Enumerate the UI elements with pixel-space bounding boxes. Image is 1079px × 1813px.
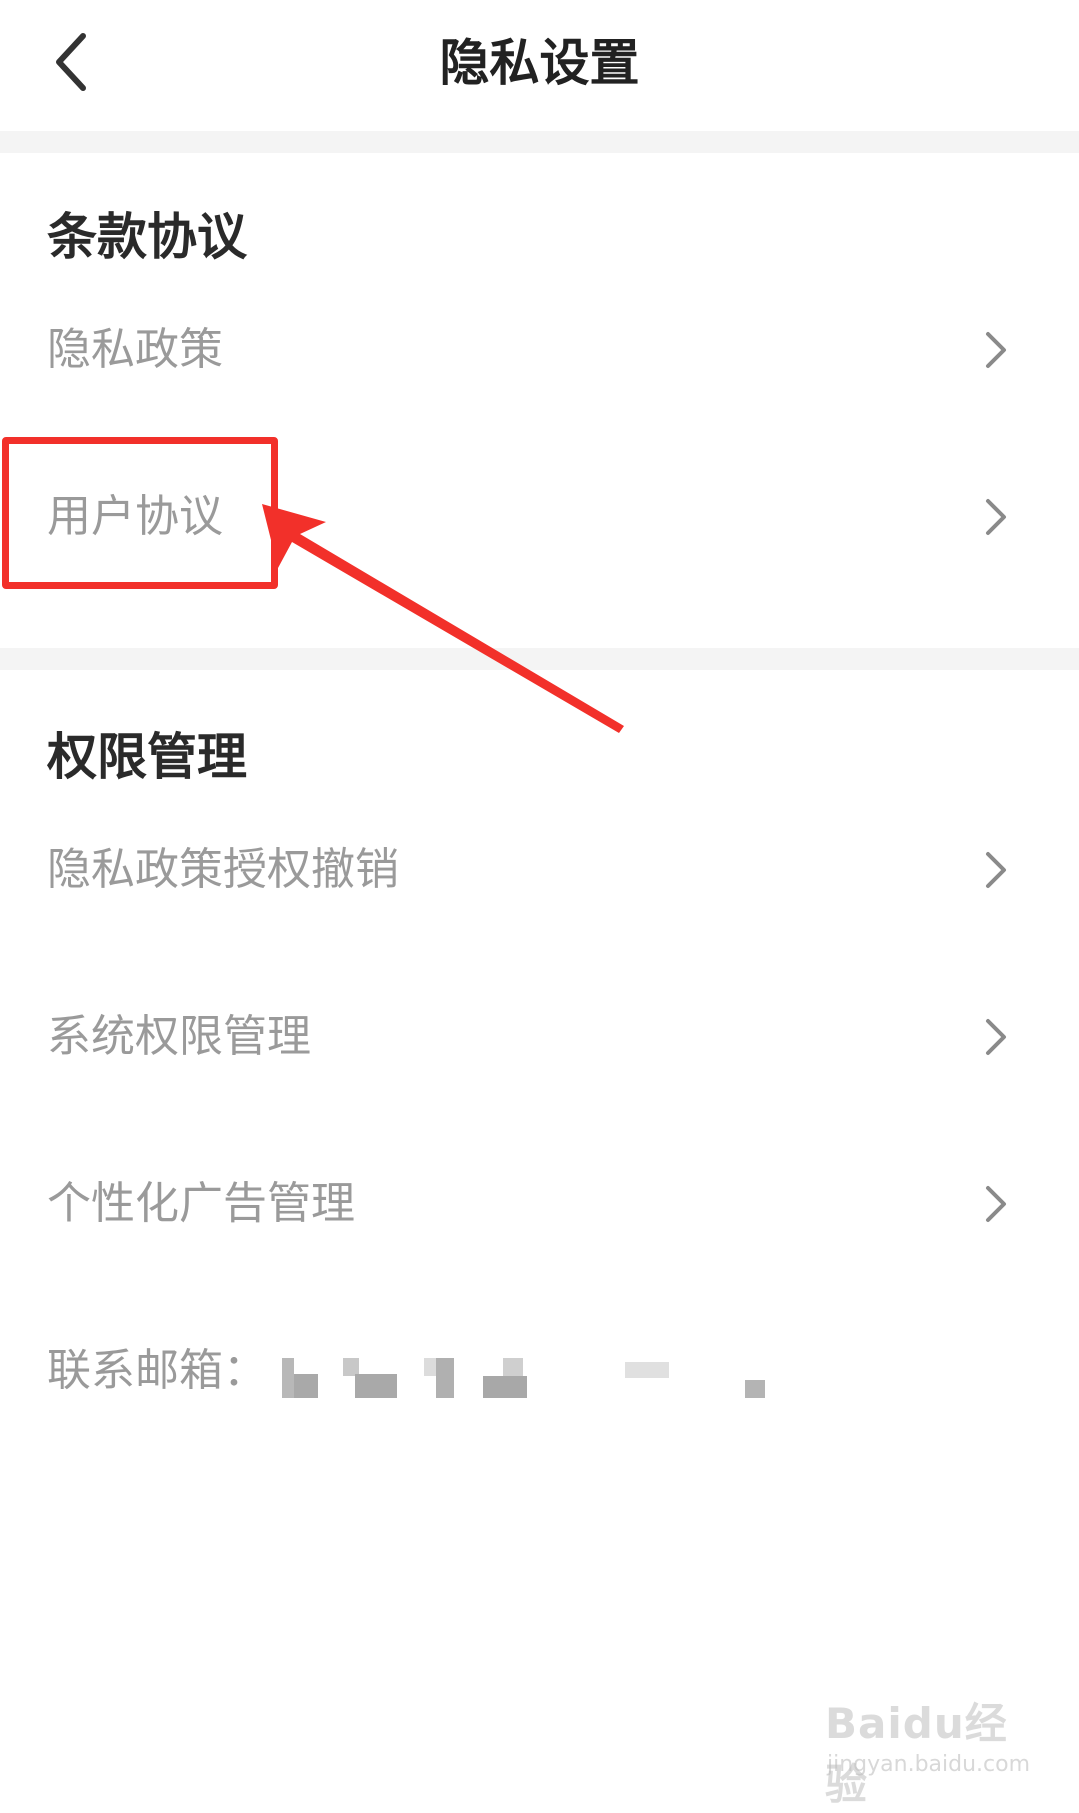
section-title-permissions: 权限管理 bbox=[47, 728, 247, 786]
menu-item-label: 隐私政策授权撤销 bbox=[47, 844, 399, 895]
page-title: 隐私设置 bbox=[439, 34, 640, 92]
chevron-right-icon bbox=[986, 1019, 1006, 1055]
chevron-right-icon bbox=[986, 499, 1006, 535]
watermark-main: Baidu经验 bbox=[825, 1699, 1008, 1809]
annotation-arrow bbox=[262, 504, 624, 733]
chevron-right-icon bbox=[986, 332, 1006, 368]
highlight-box bbox=[2, 437, 278, 589]
chevron-right-icon bbox=[986, 1186, 1006, 1222]
section-title-terms: 条款协议 bbox=[47, 208, 247, 266]
contact-email: 联系邮箱： bbox=[47, 1336, 947, 1406]
contact-email-label: 联系邮箱： bbox=[47, 1345, 267, 1396]
chevron-right-icon bbox=[986, 852, 1006, 888]
menu-item-privacy-policy[interactable]: 隐私政策 bbox=[0, 290, 1079, 410]
section-divider bbox=[0, 131, 1079, 153]
menu-item-label: 隐私政策 bbox=[47, 324, 223, 375]
baidu-watermark: Baidu经验 jingyan.baidu.com bbox=[825, 1690, 1030, 1809]
menu-item-personalized-ads[interactable]: 个性化广告管理 bbox=[0, 1144, 1079, 1264]
menu-item-system-permissions[interactable]: 系统权限管理 bbox=[0, 977, 1079, 1097]
header: 隐私设置 bbox=[0, 0, 1079, 131]
watermark-sub: jingyan.baidu.com bbox=[827, 1752, 1031, 1777]
menu-item-revoke-authorization[interactable]: 隐私政策授权撤销 bbox=[0, 810, 1079, 930]
menu-item-label: 系统权限管理 bbox=[47, 1011, 311, 1062]
menu-item-label: 个性化广告管理 bbox=[47, 1178, 355, 1229]
